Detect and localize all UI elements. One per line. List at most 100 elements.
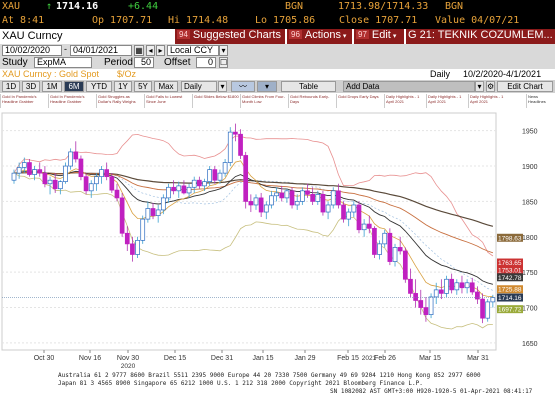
candle-body <box>315 194 321 202</box>
y-tick-label: 1850 <box>522 199 538 206</box>
candle-body <box>320 194 326 213</box>
candle-body <box>341 204 346 220</box>
candle-body <box>145 208 151 220</box>
period-input[interactable]: 50 <box>134 57 154 68</box>
x-tick-label: Feb 15 <box>337 355 359 362</box>
candle-body <box>124 232 130 245</box>
period-max-button[interactable]: Max <box>154 81 178 92</box>
period-ytd-button[interactable]: YTD <box>86 81 112 92</box>
candle-body <box>227 131 233 163</box>
candle-body <box>336 190 341 206</box>
candle-body <box>418 300 424 308</box>
news-item[interactable]: Daily Highlights - 1 April 2021 <box>468 94 510 108</box>
candle-body <box>480 298 485 319</box>
candle-body <box>464 282 470 289</box>
tab-actions[interactable]: 96 Actions ▾ <box>287 29 352 44</box>
news-item[interactable]: Gold Climbs From Four-Month Low <box>240 94 288 108</box>
next-arrow-icon[interactable]: ▸ <box>156 45 165 56</box>
candle-body <box>83 176 89 192</box>
period-1y-button[interactable]: 1Y <box>114 81 132 92</box>
candle-body <box>191 179 197 188</box>
candle-body <box>135 239 140 255</box>
edit-chart-button[interactable]: Edit Chart <box>497 81 553 92</box>
news-item[interactable]: Daily Highlights - 1 April 2021 <box>426 94 468 108</box>
news-headlines-button[interactable]: News Headlines <box>526 94 555 108</box>
candle-body <box>88 183 94 192</box>
x-tick-label: Mar 31 <box>467 355 489 362</box>
offset-label: Offset <box>164 57 191 68</box>
candle-body <box>310 194 315 202</box>
security-unit: $/Oz <box>117 69 137 79</box>
news-item[interactable]: Gold Struggles as Dollar's Rally Weighs <box>96 94 144 108</box>
candle-body <box>222 162 228 174</box>
calendar-icon[interactable]: ▦ <box>134 45 144 56</box>
checkbox-icon[interactable]: ☐ <box>219 57 228 68</box>
candle-body <box>469 282 475 293</box>
news-item[interactable]: Gold In Pandemic's Headline Grabber <box>48 94 96 108</box>
ticker-value: Value 04/07/21 <box>435 15 520 26</box>
line-chart-icon[interactable]: 〰 <box>231 81 255 92</box>
offset-input[interactable]: 0 <box>196 57 216 68</box>
candle-body <box>305 190 310 195</box>
candle-body <box>197 179 202 187</box>
gear-icon[interactable]: ⚙ <box>486 81 495 92</box>
candle-body <box>387 232 393 262</box>
chart-style-icon[interactable]: ▾ <box>257 81 277 92</box>
price-tag-label: 1714.16 <box>498 295 522 302</box>
add-data-button[interactable]: Add Data <box>343 81 475 92</box>
news-item[interactable]: Gold Slides Below $1800 <box>192 94 240 108</box>
candle-body <box>63 165 68 182</box>
news-item[interactable]: Daily Highlights - 1 April 2021 <box>384 94 426 108</box>
price-tag-label: 1798.63 <box>498 235 522 242</box>
candle-body <box>382 232 388 245</box>
tab-edit[interactable]: 97 Edit ▾ <box>354 29 404 44</box>
candle-body <box>346 211 352 220</box>
ticker-detail-bar: At 8:41 Op 1707.71 Hi 1714.48 Lo 1705.86… <box>0 15 555 29</box>
period-6m-button[interactable]: 6M <box>64 81 84 92</box>
candle-body <box>119 197 125 234</box>
currency-select[interactable]: Local CCY <box>167 45 219 56</box>
frequency-label: Daily <box>430 69 451 79</box>
year-label: 2020 <box>121 363 136 370</box>
footer-line: SN 1082082 AST GMT+3:00 H920-1920-5 01-A… <box>330 388 533 395</box>
candle-body <box>57 181 63 190</box>
candle-body <box>397 247 403 252</box>
candle-body <box>42 172 48 185</box>
period-5y-button[interactable]: 5Y <box>134 81 152 92</box>
chevron-down-icon[interactable]: ▾ <box>219 45 228 56</box>
tab-label: Edit <box>371 29 391 41</box>
candle-body <box>439 289 444 294</box>
price-tag-label: 1742.78 <box>498 275 522 282</box>
chart-canvas: 1650 1700 1750 1800 1850 1900 1950 1798.63 1763.… <box>1 112 538 395</box>
tab-suggested-charts[interactable]: 94 Suggested Charts <box>175 29 285 44</box>
candle-body <box>78 158 84 178</box>
period-1d-button[interactable]: 1D <box>2 81 20 92</box>
end-date-field[interactable]: 04/01/2021 <box>70 45 132 56</box>
frequency-select[interactable]: Daily <box>181 81 217 92</box>
study-select[interactable]: ExpMA <box>34 57 92 68</box>
candle-body <box>402 250 408 280</box>
table-button[interactable]: Table <box>281 81 336 92</box>
chevron-down-icon[interactable]: ▾ <box>475 81 484 92</box>
period-3d-button[interactable]: 3D <box>22 81 40 92</box>
x-tick-label: Jan 15 <box>252 355 273 362</box>
candle-body <box>47 179 53 185</box>
candle-body <box>160 197 166 211</box>
tab-workspace[interactable]: G 21: TEKNIK COZUMLEM... <box>406 29 555 44</box>
news-item[interactable]: Gold Falls to Lowest Since June <box>144 94 192 108</box>
start-date-field[interactable]: 10/02/2020 <box>2 45 62 56</box>
prev-arrow-icon[interactable]: ◂ <box>146 45 155 56</box>
candle-body <box>253 197 259 206</box>
news-item[interactable]: Gold In Pandemic's Headline Grabber <box>0 94 48 108</box>
candle-body <box>449 278 455 291</box>
price-chart[interactable]: 1650 1700 1750 1800 1850 1900 1950 1798.63 1763.… <box>0 109 555 400</box>
candle-body <box>114 189 120 199</box>
y-tick-label: 1700 <box>522 306 538 313</box>
period-1m-button[interactable]: 1M <box>42 81 62 92</box>
date-range-bar: 10/02/2020 - 04/01/2021 ▦ ◂ ▸ Local CCY … <box>0 44 555 57</box>
news-item[interactable]: Gold Drops Early Days <box>336 94 384 108</box>
ticker-close: Close 1707.71 <box>339 15 418 26</box>
chevron-down-icon[interactable]: ▾ <box>218 81 227 92</box>
ticker-open: Op 1707.71 <box>92 15 153 26</box>
news-item[interactable]: Gold Rebounds Early-Days <box>288 94 336 108</box>
